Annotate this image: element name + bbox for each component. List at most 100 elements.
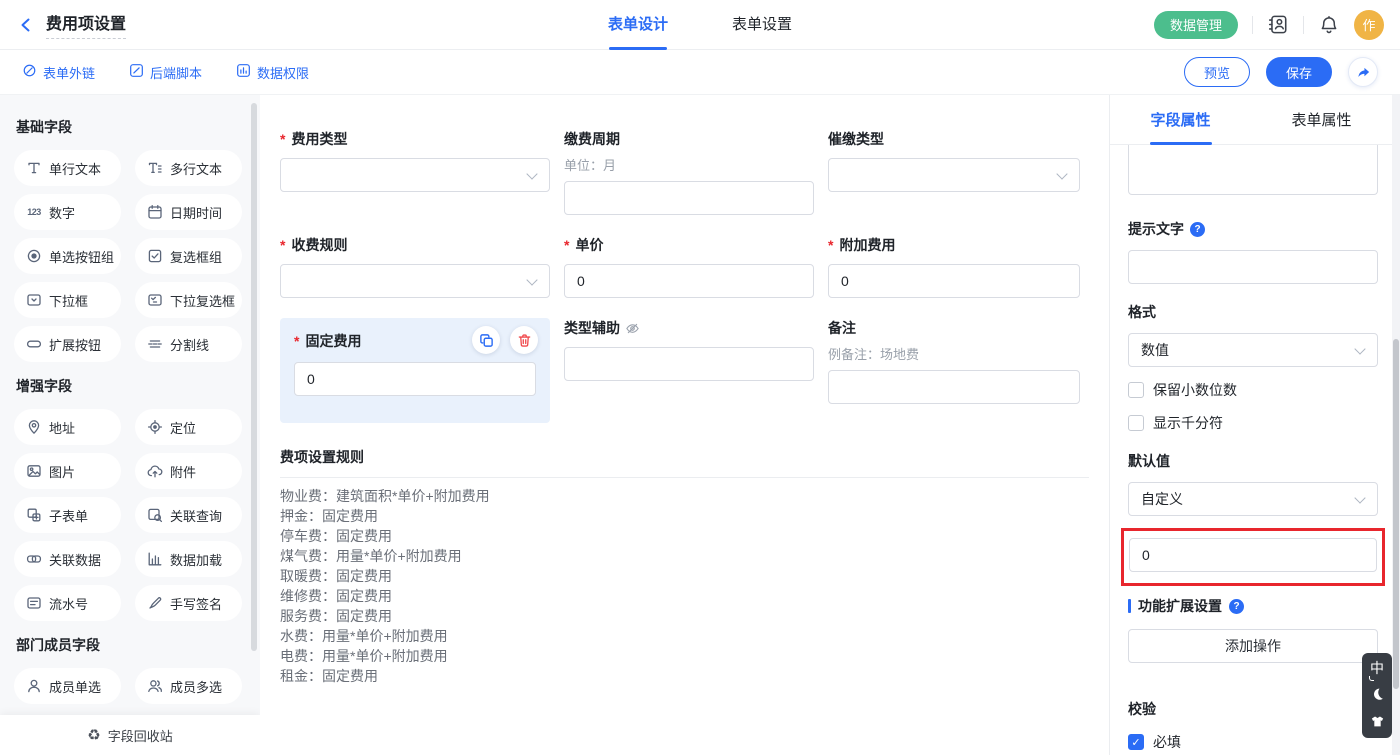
multi-select-icon bbox=[147, 292, 163, 308]
sidebar-field-item[interactable]: 日期时间 bbox=[135, 194, 242, 230]
tab-form-design[interactable]: 表单设计 bbox=[608, 0, 668, 50]
sidebar-field-item[interactable]: 附件 bbox=[135, 453, 242, 489]
help-icon[interactable]: ? bbox=[1229, 599, 1244, 614]
default-value-select[interactable]: 自定义 bbox=[1128, 482, 1378, 516]
sidebar-field-item[interactable]: 多行文本 bbox=[135, 150, 242, 186]
sidebar-field-item[interactable]: 分割线 bbox=[135, 326, 242, 362]
red-annotation-box bbox=[1121, 528, 1385, 586]
save-button[interactable]: 保存 bbox=[1266, 57, 1332, 87]
floating-settings-widget: 中 bbox=[1362, 653, 1392, 738]
sidebar-field-item[interactable]: 定位 bbox=[135, 409, 242, 445]
sidebar-field-item[interactable]: 成员单选 bbox=[14, 668, 121, 704]
field-unit-price[interactable]: 单价 bbox=[564, 235, 814, 298]
fixed-fee-input[interactable] bbox=[294, 362, 536, 396]
field-recycle-bin[interactable]: ♻ 字段回收站 bbox=[0, 715, 260, 755]
divider-icon bbox=[147, 336, 163, 352]
field-extra-fee[interactable]: 附加费用 bbox=[828, 235, 1080, 298]
sidebar-section-title: 增强字段 bbox=[16, 376, 260, 396]
sidebar-field-item[interactable]: 123数字 bbox=[14, 194, 121, 230]
sidebar-field-item[interactable]: 关联查询 bbox=[135, 497, 242, 533]
data-manage-button[interactable]: 数据管理 bbox=[1154, 11, 1238, 39]
bell-icon[interactable] bbox=[1318, 14, 1340, 36]
toolbar-link[interactable]: 数据权限 bbox=[236, 63, 309, 82]
field-fixed-fee-selected[interactable]: 固定费用 bbox=[280, 318, 550, 423]
sidebar-section-title: 部门成员字段 bbox=[16, 635, 260, 655]
avatar[interactable]: 作 bbox=[1354, 10, 1384, 40]
sidebar-field-item[interactable]: 数据加载 bbox=[135, 541, 242, 577]
preview-button[interactable]: 预览 bbox=[1184, 57, 1250, 87]
checkbox[interactable] bbox=[1128, 382, 1144, 398]
share-button[interactable] bbox=[1348, 57, 1378, 87]
tab-field-properties[interactable]: 字段属性 bbox=[1110, 95, 1251, 144]
sidebar-field-item[interactable]: 关联数据 bbox=[14, 541, 121, 577]
hint-text-label: 提示文字 bbox=[1128, 219, 1184, 239]
sidebar-field-item[interactable]: 扩展按钮 bbox=[14, 326, 121, 362]
default-value-input[interactable] bbox=[1129, 538, 1377, 572]
sidebar-field-item[interactable]: 成员多选 bbox=[135, 668, 242, 704]
checkbox-group-icon bbox=[147, 248, 163, 264]
datetime-icon bbox=[147, 204, 163, 220]
link-icon bbox=[22, 63, 37, 81]
rule-line: 煤气费：用量*单价+附加费用 bbox=[280, 546, 1089, 566]
charge-rule-select[interactable] bbox=[280, 264, 550, 298]
toolbar-link[interactable]: 后端脚本 bbox=[129, 63, 202, 82]
script-icon bbox=[129, 63, 144, 81]
contact-book-icon[interactable] bbox=[1267, 14, 1289, 36]
language-toggle[interactable]: 中 bbox=[1370, 661, 1384, 675]
checkbox[interactable] bbox=[1128, 415, 1144, 431]
sidebar-scrollbar[interactable] bbox=[251, 103, 257, 651]
remark-input[interactable] bbox=[828, 370, 1080, 404]
field-pay-cycle[interactable]: 缴费周期 单位：月 bbox=[564, 129, 814, 215]
validation-checkbox[interactable]: 必填 bbox=[1128, 732, 1378, 752]
type-assist-input[interactable] bbox=[564, 347, 814, 381]
help-icon[interactable]: ? bbox=[1190, 222, 1205, 237]
sidebar-field-item[interactable]: 单选按钮组 bbox=[14, 238, 121, 274]
field-remark[interactable]: 备注 例备注：场地费 bbox=[828, 318, 1080, 404]
page-scrollbar-thumb[interactable] bbox=[1393, 339, 1399, 689]
field-type-assist[interactable]: 类型辅助 bbox=[564, 318, 814, 381]
tab-form-properties[interactable]: 表单属性 bbox=[1251, 95, 1392, 144]
rules-title: 费项设置规则 bbox=[280, 447, 1089, 467]
subform-icon bbox=[26, 507, 42, 523]
field-urge-type[interactable]: 催缴类型 bbox=[828, 129, 1080, 192]
page-scrollbar[interactable] bbox=[1392, 95, 1400, 755]
sidebar-field-item[interactable]: 图片 bbox=[14, 453, 121, 489]
top-header: 费用项设置 表单设计 表单设置 数据管理 作 bbox=[0, 0, 1400, 50]
moon-icon[interactable] bbox=[1369, 686, 1385, 702]
form-canvas: 费用类型 缴费周期 单位：月 催缴类型 收费规则 bbox=[260, 95, 1110, 755]
add-action-button[interactable]: 添加操作 bbox=[1128, 629, 1378, 663]
format-option-checkbox[interactable]: 显示千分符 bbox=[1128, 413, 1378, 433]
pay-cycle-input[interactable] bbox=[564, 181, 814, 215]
delete-field-button[interactable] bbox=[510, 326, 538, 354]
format-select[interactable]: 数值 bbox=[1128, 333, 1378, 367]
checkbox[interactable] bbox=[1128, 734, 1144, 750]
back-button[interactable] bbox=[16, 15, 36, 35]
default-value-label: 默认值 bbox=[1128, 451, 1378, 471]
sidebar-field-item[interactable]: 子表单 bbox=[14, 497, 121, 533]
sidebar-field-item[interactable]: 下拉复选框 bbox=[135, 282, 242, 318]
tab-form-settings[interactable]: 表单设置 bbox=[732, 0, 792, 50]
format-option-checkbox[interactable]: 保留小数位数 bbox=[1128, 380, 1378, 400]
permission-icon bbox=[236, 63, 251, 81]
shirt-icon[interactable] bbox=[1369, 713, 1385, 729]
extension-settings-label: 功能扩展设置 bbox=[1138, 596, 1222, 616]
extra-fee-input[interactable] bbox=[828, 264, 1080, 298]
toolbar-links: 表单外链 后端脚本 数据权限 bbox=[22, 63, 309, 82]
share-arrow-icon bbox=[1356, 65, 1371, 80]
sidebar-field-item[interactable]: 下拉框 bbox=[14, 282, 121, 318]
sidebar-field-item[interactable]: 单行文本 bbox=[14, 150, 121, 186]
field-fee-type[interactable]: 费用类型 bbox=[280, 129, 550, 192]
number-icon: 123 bbox=[26, 204, 42, 220]
unit-price-input[interactable] bbox=[564, 264, 814, 298]
field-charge-rule[interactable]: 收费规则 bbox=[280, 235, 550, 298]
hint-text-input[interactable] bbox=[1128, 250, 1378, 284]
sidebar-field-item[interactable]: 流水号 bbox=[14, 585, 121, 621]
sidebar-field-item[interactable]: 复选框组 bbox=[135, 238, 242, 274]
fee-type-select[interactable] bbox=[280, 158, 550, 192]
toolbar-link[interactable]: 表单外链 bbox=[22, 63, 95, 82]
sidebar-field-item[interactable]: 手写签名 bbox=[135, 585, 242, 621]
urge-type-select[interactable] bbox=[828, 158, 1080, 192]
copy-field-button[interactable] bbox=[472, 326, 500, 354]
field-name-textarea[interactable] bbox=[1128, 145, 1378, 195]
sidebar-field-item[interactable]: 地址 bbox=[14, 409, 121, 445]
